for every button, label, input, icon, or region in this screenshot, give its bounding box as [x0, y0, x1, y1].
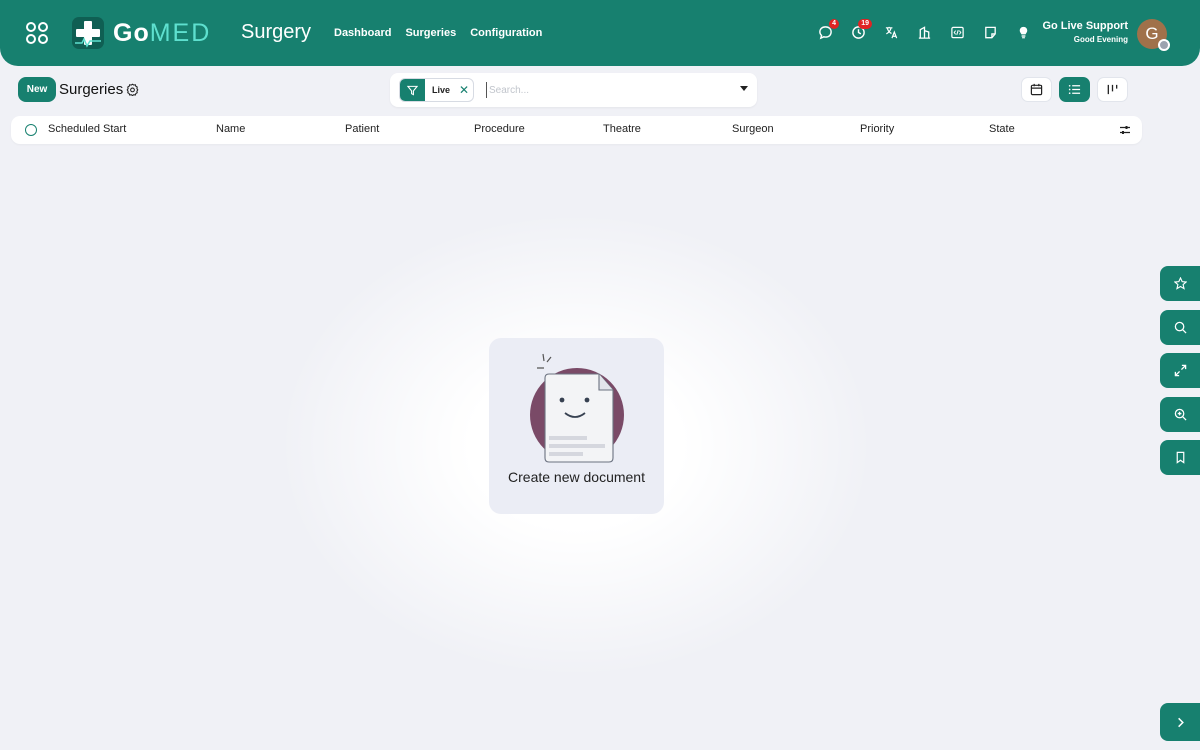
sticky-note-icon: [984, 26, 996, 38]
zoom-in-icon: [1174, 408, 1187, 421]
presence-status-icon: [1158, 39, 1170, 51]
bookmark-icon: [1176, 451, 1184, 464]
code-icon: [950, 26, 964, 38]
menu-configuration[interactable]: Configuration: [470, 27, 542, 39]
greeting: Good Evening: [1073, 35, 1128, 44]
kanban-view-button[interactable]: [1097, 77, 1128, 102]
bookmark-rail-button[interactable]: [1160, 440, 1200, 475]
logo-text: GoMED: [113, 18, 212, 47]
activities-button[interactable]: 19: [849, 19, 872, 42]
new-button[interactable]: New: [18, 77, 56, 102]
smiling-document-icon: [530, 353, 624, 463]
column-priority[interactable]: Priority: [860, 123, 894, 135]
filter-facet[interactable]: Live ✕: [399, 78, 474, 102]
expand-icon: [1174, 364, 1186, 377]
kanban-icon: [1107, 84, 1118, 95]
gomed-logo[interactable]: GoMED: [71, 16, 211, 50]
star-icon: [1173, 277, 1187, 290]
systray: 4 19: [816, 19, 1032, 42]
expand-panel-button[interactable]: [1160, 703, 1200, 741]
list-header: Scheduled Start Name Patient Procedure T…: [11, 116, 1142, 144]
calendar-view-button[interactable]: [1021, 77, 1052, 102]
chevron-right-icon: [1177, 717, 1184, 727]
favorites-rail-button[interactable]: [1160, 266, 1200, 301]
messages-badge: 4: [829, 19, 839, 29]
column-scheduled-start[interactable]: Scheduled Start: [48, 123, 126, 135]
fullscreen-rail-button[interactable]: [1160, 353, 1200, 388]
translate-icon: [885, 26, 897, 38]
column-procedure[interactable]: Procedure: [474, 123, 525, 135]
notes-button[interactable]: [981, 22, 999, 42]
gear-icon[interactable]: [126, 83, 139, 96]
messages-button[interactable]: 4: [816, 19, 839, 42]
building-icon: [918, 25, 930, 39]
remove-facet-icon[interactable]: ✕: [459, 83, 469, 97]
create-document-card[interactable]: Create new document: [489, 338, 664, 514]
company-button[interactable]: [915, 22, 933, 42]
column-state[interactable]: State: [989, 123, 1015, 135]
facet-label: Live: [432, 85, 451, 95]
tips-button[interactable]: [1014, 22, 1032, 42]
menu-surgeries[interactable]: Surgeries: [405, 27, 456, 39]
search-input[interactable]: [486, 82, 726, 98]
debug-button[interactable]: [948, 22, 966, 42]
top-navbar: GoMED Surgery Dashboard Surgeries Config…: [0, 0, 1200, 66]
column-patient[interactable]: Patient: [345, 123, 379, 135]
calendar-icon: [1030, 83, 1043, 96]
lightbulb-icon: [1019, 26, 1027, 38]
user-name: Go Live Support: [1042, 20, 1128, 32]
activities-badge: 19: [858, 19, 872, 29]
medical-cross-icon: [72, 17, 104, 49]
top-menu: Dashboard Surgeries Configuration: [334, 27, 542, 39]
select-all-checkbox[interactable]: [25, 124, 37, 136]
user-info[interactable]: Go Live Support Good Evening: [1042, 20, 1128, 44]
search-options-toggle-icon[interactable]: [740, 86, 748, 91]
empty-state-text: Create new document: [508, 469, 645, 485]
menu-dashboard[interactable]: Dashboard: [334, 27, 391, 39]
search-icon: [1174, 321, 1187, 334]
column-name[interactable]: Name: [216, 123, 245, 135]
list-icon: [1068, 84, 1081, 95]
avatar-letter: G: [1145, 24, 1159, 43]
filter-funnel-icon: [400, 79, 425, 101]
breadcrumb: Surgeries: [59, 81, 124, 98]
column-surgeon[interactable]: Surgeon: [732, 123, 774, 135]
column-options-icon[interactable]: [1119, 124, 1131, 136]
avatar[interactable]: G: [1137, 19, 1170, 51]
app-title: Surgery: [241, 21, 312, 43]
list-view-button[interactable]: [1059, 77, 1090, 102]
search-rail-button[interactable]: [1160, 310, 1200, 345]
language-button[interactable]: [882, 22, 900, 42]
column-theatre[interactable]: Theatre: [603, 123, 641, 135]
zoom-rail-button[interactable]: [1160, 397, 1200, 432]
search-bar: Live ✕: [390, 73, 757, 107]
apps-menu-icon[interactable]: [26, 22, 48, 44]
